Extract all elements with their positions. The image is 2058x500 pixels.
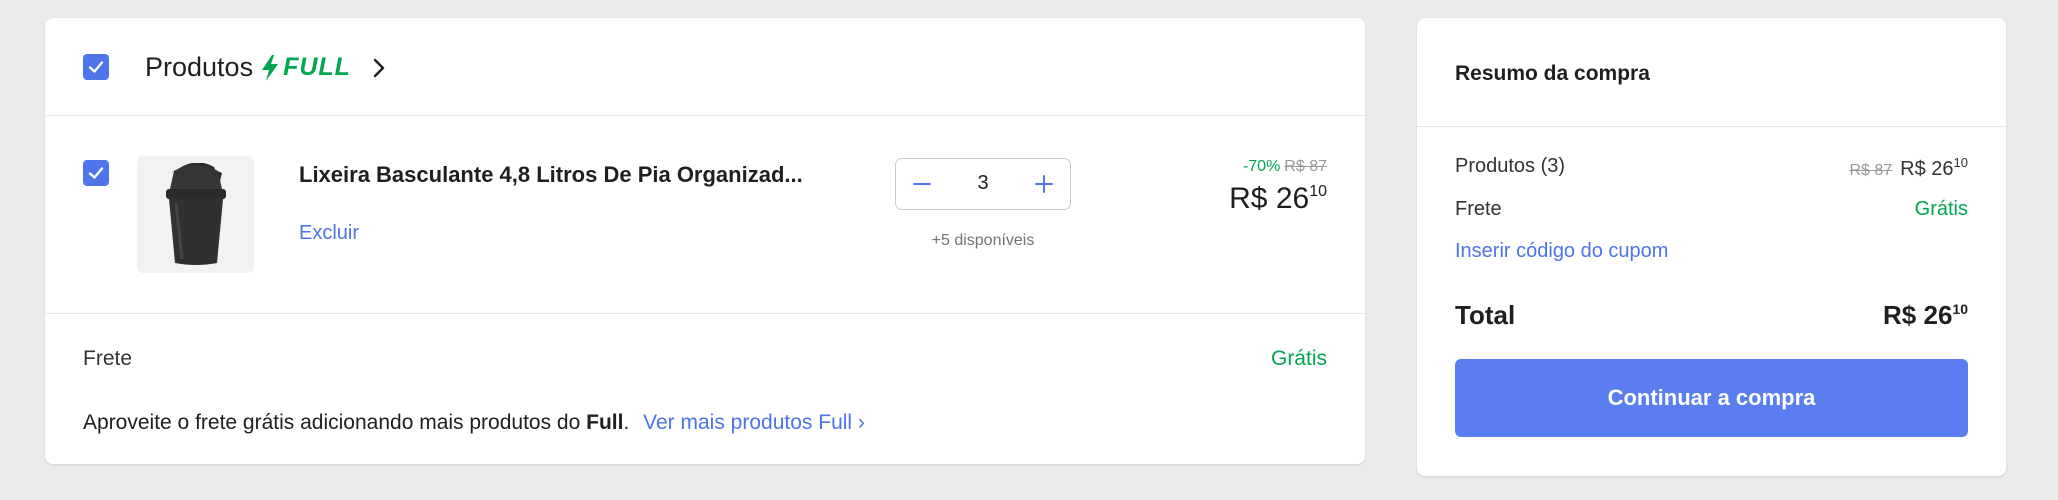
delete-item-link[interactable]: Excluir [299,222,359,245]
product-image[interactable] [137,156,254,273]
item-checkbox[interactable] [83,160,109,186]
summary-shipping-label: Frete [1455,198,1502,220]
shipping-label: Frete [83,347,133,370]
available-stock: +5 disponíveis [931,232,1035,249]
check-icon [88,167,104,179]
summary-shipping-row: Frete Grátis [1455,198,1968,221]
summary-products-label: Produtos (3) [1455,155,1566,177]
total-main: R$ 26 [1883,300,1953,330]
quantity-input[interactable]: 3 [948,172,1018,195]
trash-bin-product-image [165,162,226,265]
total-price: R$ 2610 [1883,300,1968,331]
summary-products-row: Produtos (3) R$ 87 R$ 2610 [1455,155,1968,181]
total-cents: 10 [1952,301,1968,317]
item-title[interactable]: Lixeira Basculante 4,8 Litros De Pia Org… [299,162,859,188]
summary-title: Resumo da compra [1455,62,1650,85]
quantity-stepper: 3 [895,158,1071,210]
chevron-right-icon [373,58,385,77]
select-all-checkbox[interactable] [83,54,109,80]
item-price-cents: 10 [1309,183,1327,200]
summary-price-main: R$ 26 [1900,158,1954,180]
summary-total-row: Total R$ 2610 [1455,300,1968,331]
products-header-title: Produtos [145,52,254,82]
summary-card: Resumo da compra Produtos (3) R$ 87 R$ 26… [1417,18,2006,476]
summary-header: Resumo da compra [1417,18,2006,127]
minus-icon [913,183,931,185]
old-price: R$ 87 [1284,158,1327,175]
item-price: R$ 2610 [1229,182,1327,216]
full-badge: FULL [259,53,351,82]
increase-quantity-button[interactable] [1018,159,1070,209]
cart-card: Produtos FULL Lixeira Basculante 4,8 Lit… [45,18,1365,464]
shipping-section: Frete Grátis Aproveite o frete grátis ad… [45,315,1365,464]
note-prefix: Aproveite o frete grátis adicionando mai… [83,411,581,434]
discount-percent: -70% [1242,158,1281,175]
cart-header: Produtos FULL [45,18,1365,116]
summary-products-price: R$ 87 R$ 2610 [1849,155,1968,181]
decrease-quantity-button[interactable] [896,159,948,209]
note-bold: Full [586,411,624,434]
free-shipping-note: Aproveite o frete grátis adicionando mai… [83,411,865,435]
discount-line: -70% R$ 87 [1243,158,1327,176]
shipping-value: Grátis [1270,347,1327,370]
continue-purchase-button[interactable]: Continuar a compra [1455,359,1968,437]
bolt-icon [262,54,279,81]
plus-icon [1035,175,1053,193]
note-suffix: . [623,411,630,434]
check-icon [88,61,104,73]
item-price-main: R$ 26 [1229,182,1310,215]
summary-old-price: R$ 87 [1849,162,1893,179]
cart-item-row: Lixeira Basculante 4,8 Litros De Pia Org… [45,116,1365,314]
summary-shipping-value: Grátis [1914,198,1968,220]
products-header-link[interactable]: Produtos FULL [145,52,387,83]
full-badge-text: FULL [283,53,351,81]
summary-price-cents: 10 [1953,155,1968,170]
total-label: Total [1455,300,1516,330]
see-more-full-link[interactable]: Ver mais produtos Full › [643,411,865,434]
coupon-link[interactable]: Inserir código do cupom [1455,240,1668,263]
